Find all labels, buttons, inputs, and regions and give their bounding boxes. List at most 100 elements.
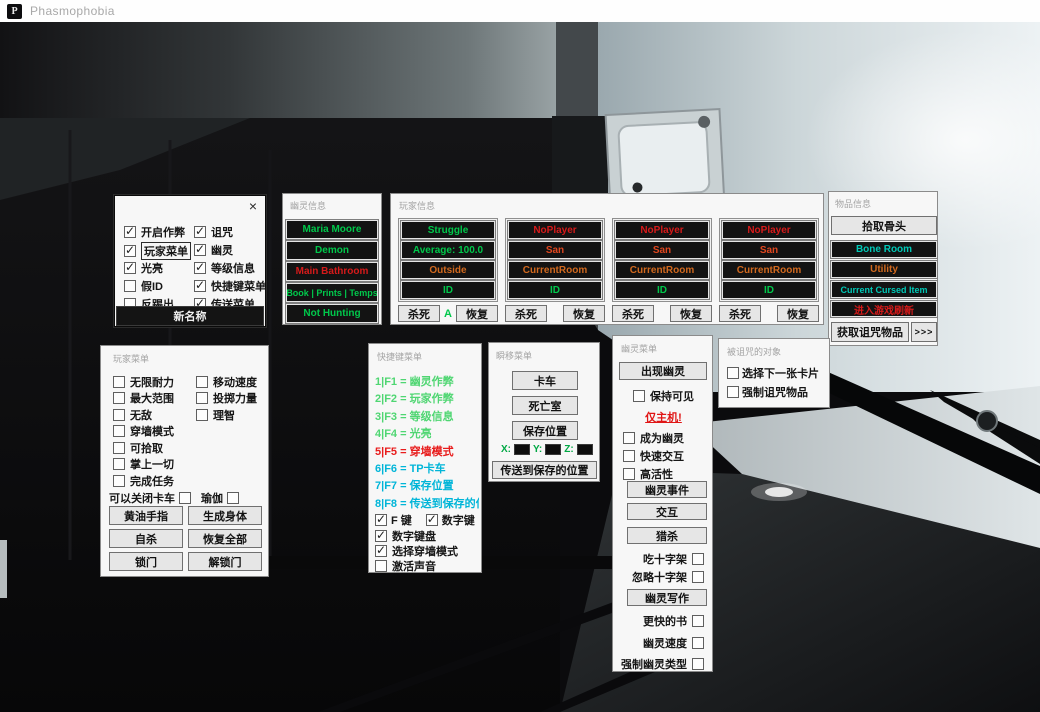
teleport-truck-button[interactable]: 卡车 bbox=[512, 371, 578, 390]
checkbox-invincible[interactable]: 无敌 bbox=[113, 407, 152, 423]
yoga-checkbox[interactable] bbox=[227, 492, 239, 504]
lock-doors-button[interactable]: 锁门 bbox=[109, 552, 183, 571]
checkbox[interactable] bbox=[113, 442, 125, 454]
checkbox-player-menu[interactable]: 玩家菜单 bbox=[124, 242, 191, 260]
checkbox-select-noclip-mode[interactable]: 选择穿墙模式 bbox=[375, 543, 458, 559]
restore-button[interactable]: 恢复 bbox=[777, 305, 819, 322]
checkbox-level-info[interactable]: 等级信息 bbox=[194, 260, 255, 276]
interact-button[interactable]: 交互 bbox=[627, 503, 707, 520]
checkbox[interactable] bbox=[113, 409, 125, 421]
checkbox-complete-objectives[interactable]: 完成任务 bbox=[113, 473, 174, 489]
close-truck-checkbox[interactable] bbox=[179, 492, 191, 504]
checkbox-fast-interact[interactable]: 快速交互 bbox=[623, 448, 684, 464]
ghost-event-button[interactable]: 幽灵事件 bbox=[627, 481, 707, 498]
hunt-button[interactable]: 猎杀 bbox=[627, 527, 707, 544]
new-name-button[interactable]: 新名称 bbox=[116, 306, 264, 326]
checkbox-label: 选择穿墙模式 bbox=[392, 543, 458, 559]
teleport-to-saved-button[interactable]: 传送到保存的位置 bbox=[492, 461, 597, 479]
checkbox[interactable] bbox=[196, 376, 208, 388]
checkbox[interactable] bbox=[692, 553, 704, 565]
kill-button[interactable]: 杀死 bbox=[612, 305, 654, 322]
number-keys-checkbox[interactable] bbox=[426, 514, 438, 526]
checkbox[interactable] bbox=[692, 658, 704, 670]
close-icon[interactable]: × bbox=[249, 199, 257, 213]
checkbox[interactable] bbox=[124, 226, 136, 238]
checkbox-enable-cheats[interactable]: 开启作弊 bbox=[124, 224, 185, 240]
checkbox[interactable] bbox=[194, 226, 206, 238]
checkbox[interactable] bbox=[194, 262, 206, 274]
checkbox-ignore-crucifix[interactable]: 忽略十字架 bbox=[632, 569, 704, 585]
kill-button[interactable]: 杀死 bbox=[719, 305, 761, 322]
f-keys-checkbox[interactable] bbox=[375, 514, 387, 526]
checkbox-ghost[interactable]: 幽灵 bbox=[194, 242, 233, 258]
restore-button[interactable]: 恢复 bbox=[670, 305, 712, 322]
spawn-body-button[interactable]: 生成身体 bbox=[188, 506, 262, 525]
checkbox[interactable] bbox=[375, 530, 387, 542]
checkbox-curse[interactable]: 诅咒 bbox=[194, 224, 233, 240]
checkbox[interactable] bbox=[692, 571, 704, 583]
checkbox-become-ghost[interactable]: 成为幽灵 bbox=[623, 430, 684, 446]
ghost-writing-button[interactable]: 幽灵写作 bbox=[627, 589, 707, 606]
restore-all-button[interactable]: 恢复全部 bbox=[188, 529, 262, 548]
checkbox-force-ghost-type[interactable]: 强制幽灵类型 bbox=[621, 656, 704, 672]
checkbox[interactable] bbox=[727, 386, 739, 398]
checkbox-infinite-stamina[interactable]: 无限耐力 bbox=[113, 374, 174, 390]
checkbox-hotkey-menu[interactable]: 快捷键菜单 bbox=[194, 278, 266, 294]
kill-button[interactable]: 杀死 bbox=[505, 305, 547, 322]
checkbox[interactable] bbox=[375, 560, 387, 572]
checkbox-throw-power[interactable]: 投掷力量 bbox=[196, 390, 257, 406]
checkbox[interactable] bbox=[124, 262, 136, 274]
y-coordinate-input[interactable] bbox=[545, 444, 561, 455]
checkbox[interactable] bbox=[113, 392, 125, 404]
checkbox[interactable] bbox=[194, 244, 206, 256]
checkbox-activate-sound[interactable]: 激活声音 bbox=[375, 558, 436, 574]
checkbox-pickup-all[interactable]: 可拾取 bbox=[113, 440, 163, 456]
get-cursed-item-button[interactable]: 获取诅咒物品 bbox=[831, 322, 909, 342]
x-coordinate-input[interactable] bbox=[514, 444, 530, 455]
checkbox-force-cursed-item[interactable]: 强制诅咒物品 bbox=[727, 384, 808, 400]
checkbox[interactable] bbox=[692, 637, 704, 649]
checkbox[interactable] bbox=[623, 432, 635, 444]
checkbox-max-range[interactable]: 最大范围 bbox=[113, 390, 174, 406]
checkbox-stay-visible[interactable]: 保持可见 bbox=[633, 388, 694, 404]
checkbox-noclip[interactable]: 穿墙模式 bbox=[113, 423, 174, 439]
checkbox-move-speed[interactable]: 移动速度 bbox=[196, 374, 257, 390]
checkbox[interactable] bbox=[113, 425, 125, 437]
checkbox-hold-everything[interactable]: 掌上一切 bbox=[113, 456, 174, 472]
checkbox[interactable] bbox=[113, 376, 125, 388]
checkbox[interactable] bbox=[113, 458, 125, 470]
suicide-button[interactable]: 自杀 bbox=[109, 529, 183, 548]
spawn-ghost-button[interactable]: 出现幽灵 bbox=[619, 362, 707, 380]
checkbox-eat-crucifix[interactable]: 吃十字架 bbox=[643, 551, 704, 567]
checkbox[interactable] bbox=[623, 450, 635, 462]
restore-button[interactable]: 恢复 bbox=[456, 305, 498, 322]
checkbox[interactable] bbox=[196, 392, 208, 404]
checkbox[interactable] bbox=[196, 409, 208, 421]
more-button[interactable]: >>> bbox=[911, 322, 937, 342]
pickup-bone-button[interactable]: 拾取骨头 bbox=[831, 216, 937, 235]
checkbox-high-activity[interactable]: 高活性 bbox=[623, 466, 673, 482]
z-coordinate-input[interactable] bbox=[577, 444, 593, 455]
butter-fingers-button[interactable]: 黄油手指 bbox=[109, 506, 183, 525]
death-room-button[interactable]: 死亡室 bbox=[512, 396, 578, 415]
checkbox-faster-book[interactable]: 更快的书 bbox=[643, 613, 704, 629]
checkbox-brightness[interactable]: 光亮 bbox=[124, 260, 163, 276]
restore-button[interactable]: 恢复 bbox=[563, 305, 605, 322]
checkbox-select-next-card[interactable]: 选择下一张卡片 bbox=[727, 365, 819, 381]
checkbox[interactable] bbox=[375, 545, 387, 557]
checkbox-numpad[interactable]: 数字键盘 bbox=[375, 528, 436, 544]
unlock-doors-button[interactable]: 解锁门 bbox=[188, 552, 262, 571]
checkbox[interactable] bbox=[124, 245, 136, 257]
checkbox-fake-id[interactable]: 假ID bbox=[124, 278, 163, 294]
checkbox-sanity[interactable]: 理智 bbox=[196, 407, 235, 423]
checkbox[interactable] bbox=[113, 475, 125, 487]
checkbox[interactable] bbox=[692, 615, 704, 627]
kill-button[interactable]: 杀死 bbox=[398, 305, 440, 322]
checkbox[interactable] bbox=[124, 280, 136, 292]
save-position-button[interactable]: 保存位置 bbox=[512, 421, 578, 440]
checkbox-ghost-speed[interactable]: 幽灵速度 bbox=[643, 635, 704, 651]
checkbox[interactable] bbox=[727, 367, 739, 379]
checkbox[interactable] bbox=[623, 468, 635, 480]
checkbox[interactable] bbox=[633, 390, 645, 402]
checkbox[interactable] bbox=[194, 280, 206, 292]
